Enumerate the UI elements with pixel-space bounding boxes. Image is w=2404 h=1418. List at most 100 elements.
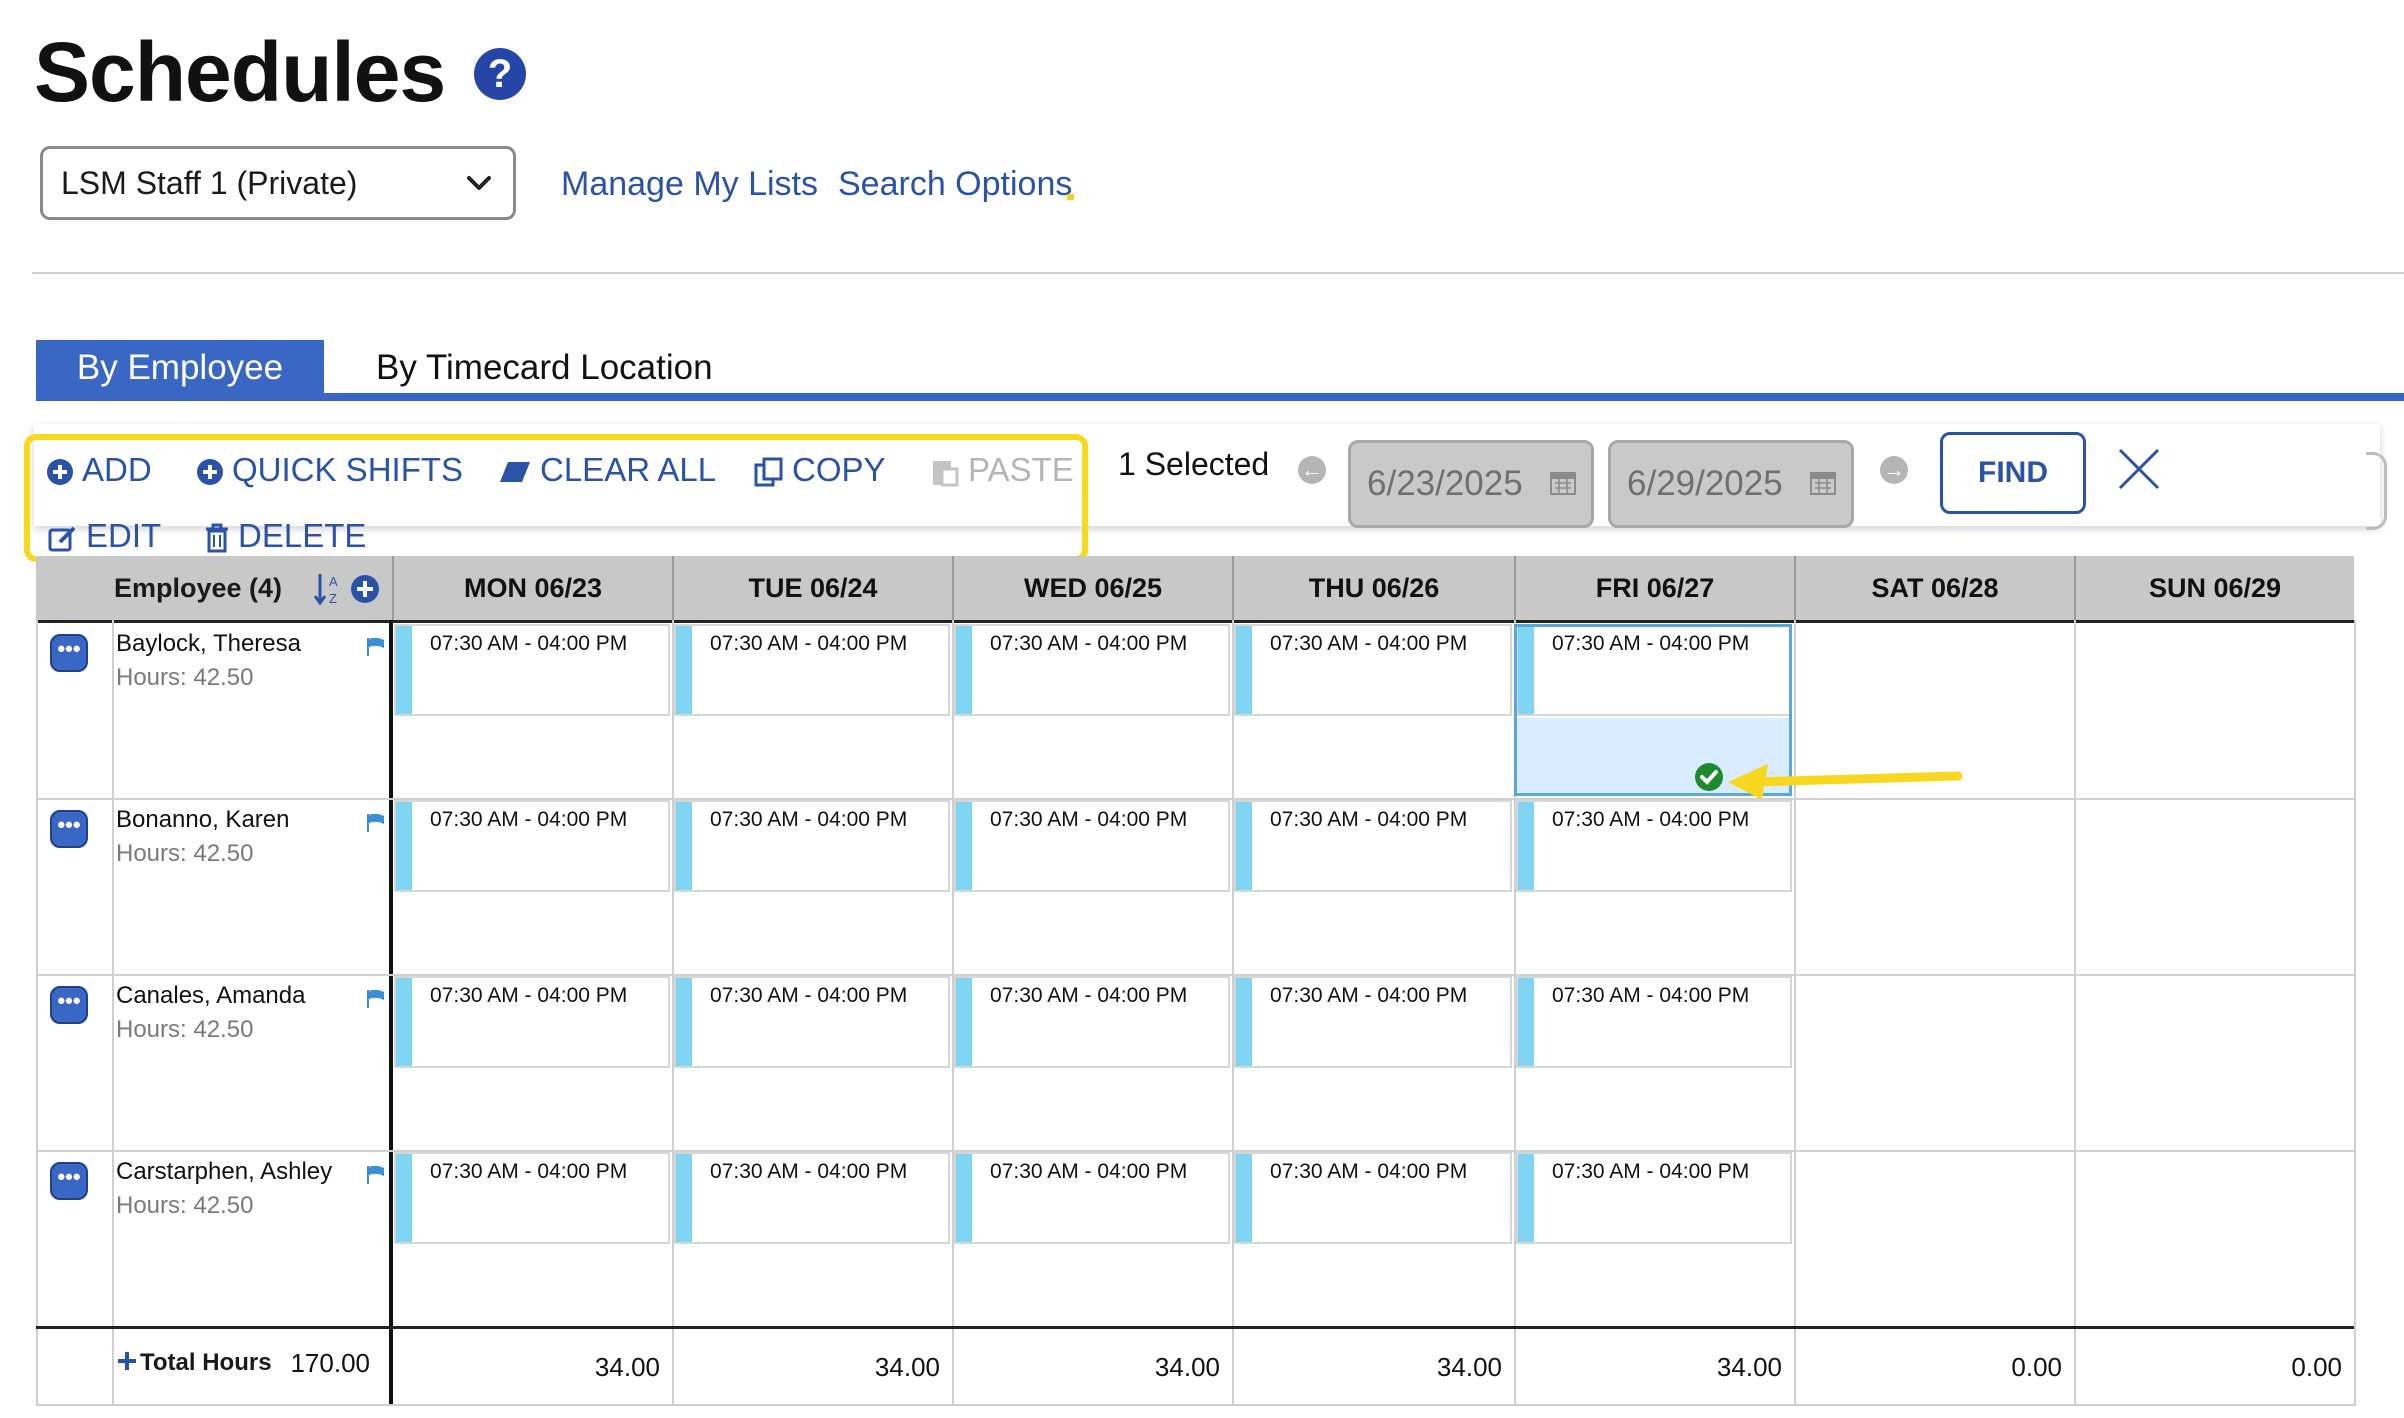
shift-time: 07:30 AM - 04:00 PM <box>990 1160 1188 1183</box>
shift-block[interactable]: 07:30 AM - 04:00 PM <box>1516 1152 1792 1244</box>
manage-my-lists-link[interactable]: Manage My Lists <box>561 162 818 206</box>
shift-block[interactable]: 07:30 AM - 04:00 PM <box>394 976 670 1068</box>
toolbar-scroll-edge <box>2366 452 2387 530</box>
shift-block[interactable]: 07:30 AM - 04:00 PM <box>954 976 1230 1068</box>
shift-block[interactable]: 07:30 AM - 04:00 PM <box>674 800 950 892</box>
end-date-field[interactable]: 6/29/2025 <box>1608 440 1854 528</box>
calendar-icon[interactable] <box>1549 468 1577 496</box>
list-select[interactable]: LSM Staff 1 (Private) <box>40 146 516 220</box>
help-icon[interactable]: ? <box>474 48 526 100</box>
shift-block[interactable]: 07:30 AM - 04:00 PM <box>954 624 1230 716</box>
shift-time: 07:30 AM - 04:00 PM <box>430 984 628 1007</box>
shift-block[interactable]: 07:30 AM - 04:00 PM <box>394 800 670 892</box>
shift-time: 07:30 AM - 04:00 PM <box>1552 984 1750 1007</box>
flag-icon[interactable] <box>366 1166 386 1184</box>
grid-divider <box>36 1404 2354 1406</box>
total-hours-value: 170.00 <box>290 1348 370 1378</box>
day-column-header: THU 06/26 <box>1232 556 1514 620</box>
shift-block[interactable]: 07:30 AM - 04:00 PM <box>1516 976 1792 1068</box>
flag-icon[interactable] <box>366 814 386 832</box>
shift-block[interactable]: 07:30 AM - 04:00 PM <box>394 1152 670 1244</box>
shift-block[interactable]: 07:30 AM - 04:00 PM <box>954 1152 1230 1244</box>
sort-az-icon[interactable]: AZ <box>314 572 346 606</box>
total-hours-label: Total Hours <box>140 1349 272 1376</box>
shift-color-bar <box>396 626 412 714</box>
shift-block[interactable]: 07:30 AM - 04:00 PM <box>1234 976 1512 1068</box>
shift-color-bar <box>676 978 692 1066</box>
shift-block[interactable]: 07:30 AM - 04:00 PM <box>1234 800 1512 892</box>
flag-icon[interactable] <box>366 638 386 656</box>
next-week-icon[interactable]: → <box>1880 456 1908 484</box>
add-employee-icon[interactable] <box>350 574 380 604</box>
shift-time: 07:30 AM - 04:00 PM <box>990 808 1188 831</box>
employee-name[interactable]: Bonanno, Karen <box>116 804 289 836</box>
shift-color-bar <box>1518 802 1534 890</box>
page-title: Schedules <box>34 25 446 119</box>
day-column-header: SUN 06/29 <box>2074 556 2354 620</box>
shift-color-bar <box>676 802 692 890</box>
day-total: 34.00 <box>1716 1352 1782 1382</box>
day-column-header: WED 06/25 <box>952 556 1232 620</box>
highlight-marker <box>1067 194 1074 200</box>
find-button[interactable]: FIND <box>1940 432 2086 514</box>
shift-block[interactable]: 07:30 AM - 04:00 PM <box>394 624 670 716</box>
flag-icon[interactable] <box>366 990 386 1008</box>
tab-by-employee[interactable]: By Employee <box>36 340 324 396</box>
calendar-icon[interactable] <box>1809 468 1837 496</box>
shift-color-bar <box>1518 978 1534 1066</box>
day-total: 34.00 <box>1154 1352 1220 1382</box>
tab-underline <box>36 393 2404 401</box>
day-total: 34.00 <box>1436 1352 1502 1382</box>
grid-divider <box>389 620 393 1406</box>
shift-time: 07:30 AM - 04:00 PM <box>430 808 628 831</box>
annotation-arrow <box>1728 764 1963 798</box>
grid-divider <box>112 620 114 1406</box>
close-icon[interactable] <box>2116 446 2162 492</box>
shift-block[interactable]: 07:30 AM - 04:00 PM <box>674 624 950 716</box>
shift-color-bar <box>676 1154 692 1242</box>
totals-divider <box>36 1326 2354 1329</box>
employee-hours: Hours: 42.50 <box>116 1016 254 1043</box>
expand-totals-icon[interactable] <box>116 1350 138 1372</box>
shift-block[interactable]: 07:30 AM - 04:00 PM <box>1516 800 1792 892</box>
shift-color-bar <box>956 978 972 1066</box>
employee-column-header: Employee (4) <box>114 573 283 603</box>
divider <box>32 272 2404 274</box>
svg-text:A: A <box>329 574 338 589</box>
shift-time: 07:30 AM - 04:00 PM <box>990 984 1188 1007</box>
day-column-header: SAT 06/28 <box>1794 556 2074 620</box>
row-menu-button[interactable]: ••• <box>50 986 88 1024</box>
employee-hours: Hours: 42.50 <box>116 840 254 867</box>
search-options-link[interactable]: Search Options <box>838 162 1072 206</box>
tab-by-timecard-location[interactable]: By Timecard Location <box>376 340 713 396</box>
shift-block[interactable]: 07:30 AM - 04:00 PM <box>1234 1152 1512 1244</box>
shift-time: 07:30 AM - 04:00 PM <box>710 1160 908 1183</box>
shift-block[interactable]: 07:30 AM - 04:00 PM <box>674 976 950 1068</box>
row-menu-button[interactable]: ••• <box>50 1162 88 1200</box>
shift-color-bar <box>1518 1154 1534 1242</box>
row-menu-button[interactable]: ••• <box>50 810 88 848</box>
shift-time: 07:30 AM - 04:00 PM <box>710 632 908 655</box>
shift-block[interactable]: 07:30 AM - 04:00 PM <box>674 1152 950 1244</box>
employee-name[interactable]: Baylock, Theresa <box>116 628 301 660</box>
shift-time: 07:30 AM - 04:00 PM <box>710 984 908 1007</box>
employee-hours: Hours: 42.50 <box>116 664 254 691</box>
shift-block[interactable]: 07:30 AM - 04:00 PM <box>954 800 1230 892</box>
shift-block[interactable]: 07:30 AM - 04:00 PM <box>1234 624 1512 716</box>
shift-color-bar <box>1236 802 1252 890</box>
start-date-field[interactable]: 6/23/2025 <box>1348 440 1594 528</box>
shift-color-bar <box>956 802 972 890</box>
shift-color-bar <box>676 626 692 714</box>
employee-name[interactable]: Carstarphen, Ashley <box>116 1156 332 1188</box>
day-total: 34.00 <box>874 1352 940 1382</box>
list-select-value: LSM Staff 1 (Private) <box>61 165 358 201</box>
shift-color-bar <box>956 626 972 714</box>
shift-color-bar <box>396 1154 412 1242</box>
employee-name[interactable]: Canales, Amanda <box>116 980 305 1012</box>
shift-time: 07:30 AM - 04:00 PM <box>1270 632 1468 655</box>
row-menu-button[interactable]: ••• <box>50 634 88 672</box>
shift-color-bar <box>1236 978 1252 1066</box>
shift-color-bar <box>396 802 412 890</box>
previous-week-icon[interactable]: ← <box>1298 456 1326 484</box>
day-column-header: TUE 06/24 <box>672 556 952 620</box>
